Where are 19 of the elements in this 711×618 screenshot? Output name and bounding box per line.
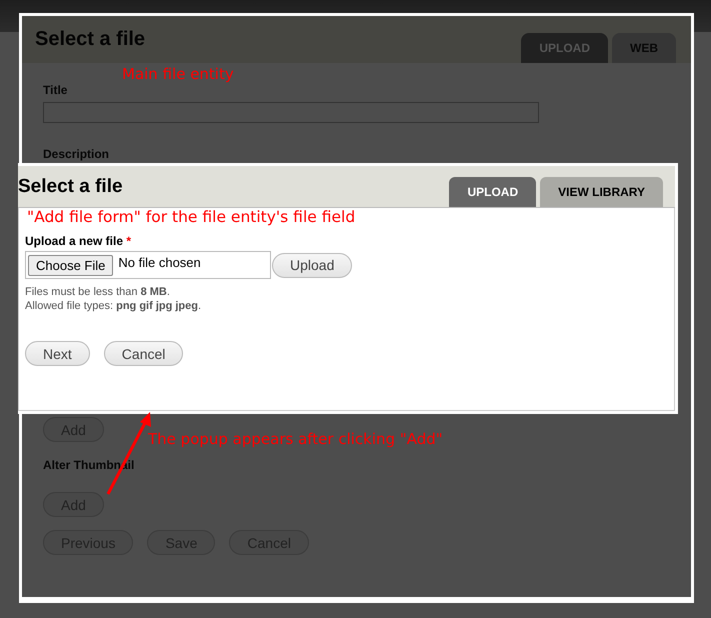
field-label: Title	[43, 83, 68, 97]
file-input[interactable]: Choose File No file chosen	[25, 251, 271, 279]
annotation-text: The popup appears after clicking "Add"	[148, 430, 443, 448]
tab[interactable]: UPLOAD	[449, 177, 536, 207]
tab[interactable]: VIEW LIBRARY	[540, 177, 663, 207]
dialog-title: Select a file	[35, 28, 146, 51]
annotation-text: "Add file form" for the file entity's file field	[27, 208, 356, 226]
popup-title: Select a file	[18, 176, 123, 198]
action-button[interactable]: Next	[25, 341, 90, 366]
field-label: Description	[43, 147, 110, 161]
upload-label: Upload a new file *	[25, 234, 132, 248]
help-text: Files must be less than 8 MB.	[25, 285, 171, 299]
action-button[interactable]: Cancel	[104, 341, 184, 366]
choose-file-button[interactable]: Choose File	[28, 254, 114, 276]
annotation-text: Main file entity	[122, 65, 234, 83]
file-status: No file chosen	[118, 255, 201, 270]
help-text: Allowed file types: png gif jpg jpeg.	[25, 299, 202, 313]
title-input-field[interactable]	[43, 102, 539, 123]
upload-button[interactable]: Upload	[272, 252, 352, 278]
